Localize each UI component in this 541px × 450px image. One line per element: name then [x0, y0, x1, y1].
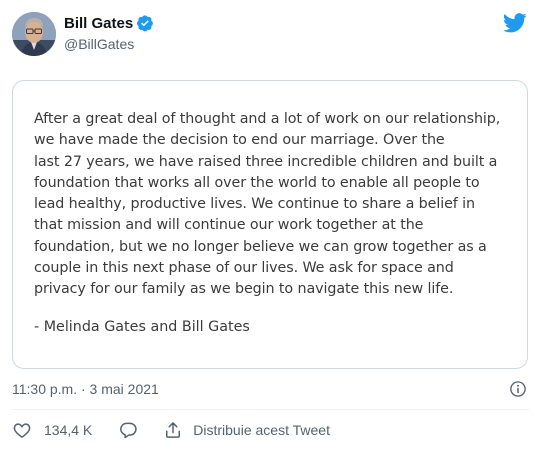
- avatar-image: [12, 12, 56, 56]
- like-count: 134,4 K: [44, 422, 93, 438]
- verified-badge-icon: [136, 14, 154, 32]
- like-button[interactable]: 134,4 K: [12, 420, 92, 440]
- info-icon[interactable]: [509, 380, 527, 398]
- tweet-card: Bill Gates @BillGates After a great deal…: [0, 0, 541, 450]
- share-icon: [163, 420, 183, 440]
- handle[interactable]: @BillGates: [64, 36, 154, 52]
- statement-line: privacy for our family as we begin to na…: [34, 281, 454, 298]
- statement-signature: - Melinda Gates and Bill Gates: [34, 318, 250, 335]
- display-name[interactable]: Bill Gates: [64, 15, 133, 32]
- display-name-row: Bill Gates: [64, 13, 154, 33]
- statement-line: last 27 years, we have raised three incr…: [34, 153, 498, 170]
- reply-bubble-icon: [118, 420, 138, 440]
- heart-icon: [12, 420, 32, 440]
- share-label: Distribuie acest Tweet: [193, 422, 330, 438]
- statement-line: couple in this next phase of our lives. …: [34, 260, 454, 277]
- statement-image[interactable]: After a great deal of thought and a lot …: [12, 80, 528, 369]
- statement-line: we have made the decision to end our mar…: [34, 132, 445, 149]
- share-button[interactable]: Distribuie acest Tweet: [163, 420, 330, 440]
- statement-line: foundation, but we no longer believe we …: [34, 238, 487, 255]
- action-bar: 134,4 K Distribuie acest Tweet: [12, 420, 330, 440]
- reply-button[interactable]: [118, 420, 138, 440]
- statement-line: lead healthy, productive lives. We conti…: [34, 196, 476, 213]
- statement-line: After a great deal of thought and a lot …: [34, 111, 501, 127]
- statement-text: After a great deal of thought and a lot …: [34, 109, 509, 301]
- statement-line: foundation that works all over the world…: [34, 174, 480, 191]
- author-block: Bill Gates @BillGates: [64, 13, 154, 52]
- tweet-timestamp[interactable]: 11:30 p.m. · 3 mai 2021: [12, 381, 159, 397]
- divider: [12, 409, 529, 410]
- statement-line: that mission and will continue our work …: [34, 217, 424, 234]
- avatar[interactable]: [12, 12, 56, 56]
- twitter-bird-icon[interactable]: [503, 12, 527, 34]
